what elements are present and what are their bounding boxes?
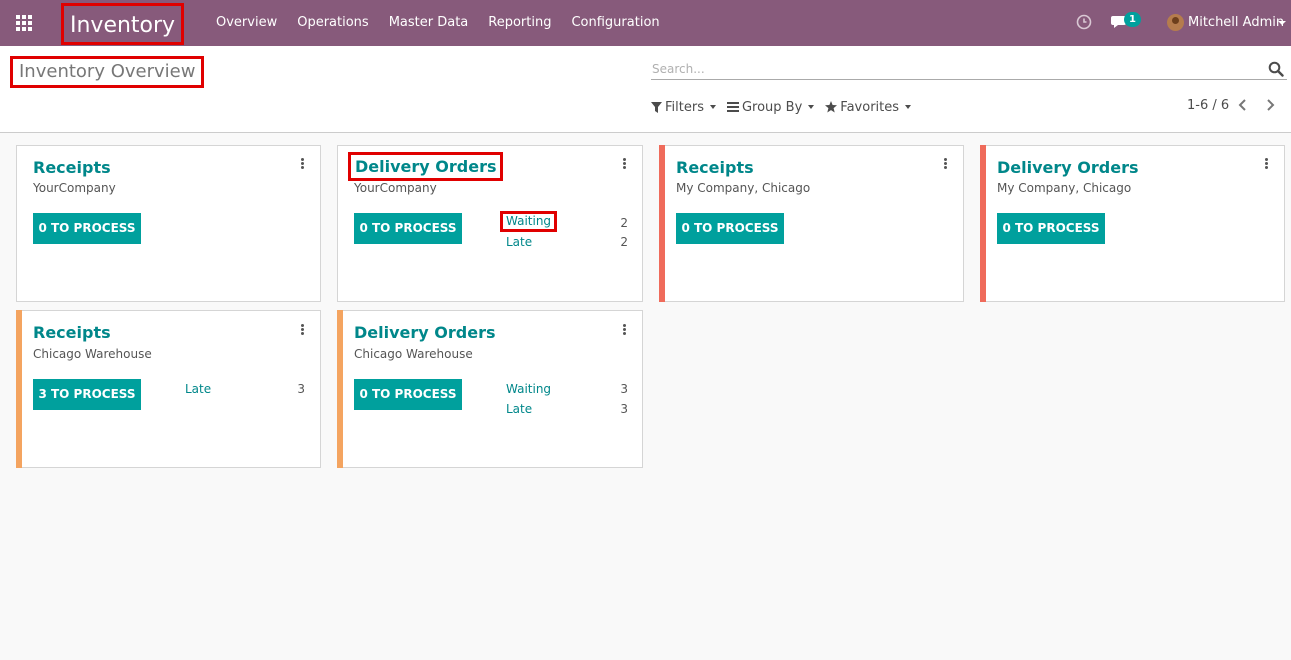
chevron-right-icon[interactable]: [1264, 98, 1276, 112]
card-title[interactable]: Receipts: [676, 158, 754, 177]
caret-down-icon[interactable]: [1278, 21, 1286, 25]
card-company: My Company, Chicago: [676, 181, 811, 195]
kanban-card-delivery-orders: Delivery Orders My Company, Chicago 0 TO…: [980, 145, 1285, 302]
kebab-menu-icon[interactable]: [301, 158, 305, 170]
kebab-menu-icon[interactable]: [301, 324, 305, 336]
card-title[interactable]: Receipts: [33, 323, 111, 342]
app-title[interactable]: Inventory: [61, 3, 185, 45]
stat-late-count: 3: [620, 402, 628, 416]
card-company: YourCompany: [354, 181, 437, 195]
menu-item-operations[interactable]: Operations: [287, 0, 378, 46]
kanban-card-receipts: Receipts YourCompany 0 TO PROCESS: [16, 145, 321, 302]
user-menu[interactable]: Mitchell Admin: [1188, 0, 1284, 46]
stat-waiting-link[interactable]: Waiting: [500, 211, 558, 232]
to-process-button[interactable]: 0 TO PROCESS: [997, 213, 1105, 244]
clock-icon[interactable]: [1076, 14, 1092, 30]
to-process-button[interactable]: 3 TO PROCESS: [33, 379, 141, 410]
chevron-left-icon[interactable]: [1237, 98, 1249, 112]
card-company: My Company, Chicago: [997, 181, 1132, 195]
card-title[interactable]: Delivery Orders: [354, 323, 495, 342]
stat-waiting-count: 2: [620, 216, 628, 230]
kanban-card-receipts: Receipts My Company, Chicago 0 TO PROCES…: [659, 145, 964, 302]
kebab-menu-icon[interactable]: [623, 324, 627, 336]
card-company: Chicago Warehouse: [33, 347, 152, 361]
stat-late-count: 3: [297, 382, 305, 396]
menu-item-master-data[interactable]: Master Data: [379, 0, 479, 46]
filters-label: Filters: [665, 99, 704, 115]
kebab-menu-icon[interactable]: [944, 158, 948, 170]
pager-value[interactable]: 1-6 / 6: [1187, 98, 1229, 113]
group-by-button[interactable]: Group By: [726, 99, 815, 115]
menu-item-overview[interactable]: Overview: [206, 0, 287, 46]
filters-button[interactable]: Filters: [651, 100, 716, 115]
stat-late-link[interactable]: Late: [506, 235, 532, 249]
filter-icon: [651, 101, 662, 113]
group-by-label: Group By: [741, 99, 803, 115]
search-options: Filters Group By Favorites: [651, 96, 922, 118]
list-icon: [726, 102, 739, 112]
stat-late-count: 2: [620, 235, 628, 249]
kanban-card-delivery-orders: Delivery Orders YourCompany 0 TO PROCESS…: [337, 145, 643, 302]
main-menu: Overview Operations Master Data Reportin…: [206, 0, 670, 46]
page-title: Inventory Overview: [10, 56, 205, 88]
stat-waiting-count: 3: [620, 382, 628, 396]
favorites-label: Favorites: [840, 99, 900, 115]
to-process-button[interactable]: 0 TO PROCESS: [354, 379, 462, 410]
apps-grid-icon[interactable]: [14, 13, 34, 33]
search-input[interactable]: [651, 58, 1287, 80]
stat-waiting-link[interactable]: Waiting: [506, 382, 551, 396]
menu-item-reporting[interactable]: Reporting: [478, 0, 561, 46]
card-title[interactable]: Delivery Orders: [348, 152, 504, 181]
card-company: YourCompany: [33, 181, 116, 195]
card-title[interactable]: Delivery Orders: [997, 158, 1138, 177]
kanban-card-delivery-orders: Delivery Orders Chicago Warehouse 0 TO P…: [337, 310, 643, 468]
chat-unread-badge: 1: [1124, 12, 1141, 27]
caret-down-icon: [905, 105, 912, 109]
to-process-button[interactable]: 0 TO PROCESS: [354, 213, 462, 244]
caret-down-icon: [709, 105, 716, 109]
kebab-menu-icon[interactable]: [623, 158, 627, 170]
stat-late-link[interactable]: Late: [185, 382, 211, 396]
card-title[interactable]: Receipts: [33, 158, 111, 177]
control-panel: Inventory Overview Filters Group By Favo…: [0, 46, 1291, 133]
search-icon[interactable]: [1268, 61, 1284, 77]
favorites-button[interactable]: Favorites: [825, 99, 912, 115]
stat-late-link[interactable]: Late: [506, 402, 532, 416]
star-icon: [825, 101, 838, 113]
to-process-button[interactable]: 0 TO PROCESS: [676, 213, 784, 244]
avatar[interactable]: [1167, 14, 1184, 31]
to-process-button[interactable]: 0 TO PROCESS: [33, 213, 141, 244]
kanban-card-receipts: Receipts Chicago Warehouse 3 TO PROCESS …: [16, 310, 321, 468]
top-navbar: Inventory Overview Operations Master Dat…: [0, 0, 1291, 46]
menu-item-configuration[interactable]: Configuration: [561, 0, 669, 46]
card-company: Chicago Warehouse: [354, 347, 473, 361]
caret-down-icon: [808, 105, 815, 109]
kebab-menu-icon[interactable]: [1265, 158, 1269, 170]
